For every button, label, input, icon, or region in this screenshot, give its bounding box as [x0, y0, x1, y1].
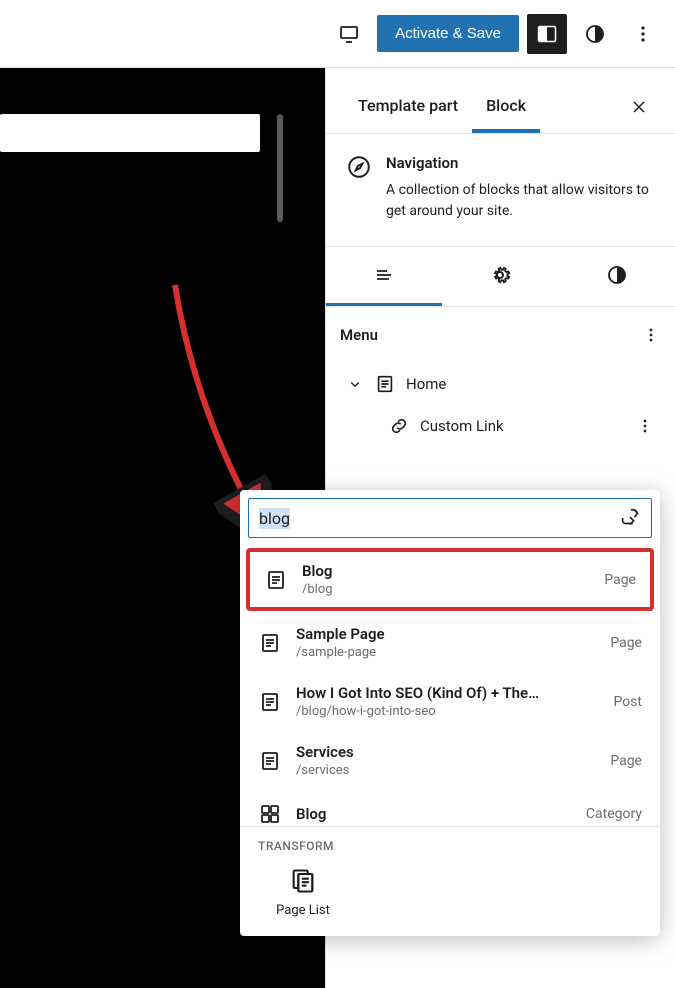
chevron-down-icon — [346, 375, 364, 393]
tree-item-custom-link[interactable]: Custom Link — [340, 405, 661, 447]
result-sub: /services — [296, 763, 596, 778]
item-options-button[interactable] — [635, 416, 655, 436]
view-desktop-button[interactable] — [329, 14, 369, 54]
result-sub: /sample-page — [296, 645, 596, 660]
search-input-row: blog — [248, 498, 652, 538]
page-icon — [258, 631, 282, 655]
menu-tree: Home Custom Link — [326, 363, 675, 467]
tree-item-label: Custom Link — [420, 417, 504, 435]
page-list-icon — [289, 867, 317, 895]
result-type: Post — [613, 694, 642, 710]
category-icon — [258, 802, 282, 826]
result-sub: /blog — [302, 582, 590, 597]
search-input[interactable]: blog — [259, 509, 619, 528]
result-title: Blog — [302, 562, 590, 580]
block-subtabs — [326, 247, 675, 307]
close-sidebar-button[interactable] — [621, 89, 657, 129]
top-toolbar: Activate & Save — [0, 0, 675, 68]
subtab-list-view[interactable] — [326, 247, 442, 306]
result-title: Blog — [296, 805, 572, 823]
tab-template-part[interactable]: Template part — [344, 84, 472, 133]
result-title: Sample Page — [296, 625, 596, 643]
result-type: Page — [604, 572, 636, 588]
transform-section: TRANSFORM Page List — [240, 826, 660, 936]
result-type: Category — [586, 806, 642, 822]
block-title: Navigation — [386, 154, 655, 172]
tab-block[interactable]: Block — [472, 84, 540, 133]
subtab-settings[interactable] — [442, 247, 558, 306]
result-type: Page — [610, 753, 642, 769]
navigation-icon — [346, 154, 372, 222]
canvas-scrollbar[interactable] — [277, 114, 283, 222]
menu-section-header: Menu — [326, 307, 675, 363]
page-icon — [264, 568, 288, 592]
result-title: Services — [296, 743, 596, 761]
search-result-services[interactable]: Services /services Page — [240, 731, 660, 790]
search-results: Blog /blog Page Sample Page /sample-page… — [240, 546, 660, 826]
result-title: How I Got Into SEO (Kind Of) + The… — [296, 684, 599, 702]
search-result-blog-category[interactable]: Blog Category — [240, 790, 660, 826]
search-result-sample-page[interactable]: Sample Page /sample-page Page — [240, 613, 660, 672]
settings-toggle-button[interactable] — [527, 14, 567, 54]
page-icon — [258, 749, 282, 773]
post-icon — [258, 690, 282, 714]
subtab-styles[interactable] — [559, 247, 675, 306]
sidebar-tabs: Template part Block — [326, 68, 675, 134]
link-search-popover: blog Blog /blog Page Sample Page /sample… — [240, 490, 660, 936]
search-result-seo-post[interactable]: How I Got Into SEO (Kind Of) + The… /blo… — [240, 672, 660, 731]
tree-item-home[interactable]: Home — [340, 363, 661, 405]
transform-label: Page List — [276, 903, 330, 918]
canvas-block[interactable] — [0, 114, 260, 152]
submit-icon[interactable] — [619, 507, 641, 529]
transform-page-list[interactable]: Page List — [258, 867, 348, 918]
transform-heading: TRANSFORM — [258, 839, 642, 853]
result-type: Page — [610, 635, 642, 651]
link-icon — [388, 415, 410, 437]
menu-heading: Menu — [340, 326, 378, 344]
search-result-blog[interactable]: Blog /blog Page — [246, 548, 654, 611]
activate-save-button[interactable]: Activate & Save — [377, 15, 519, 52]
block-info-panel: Navigation A collection of blocks that a… — [326, 134, 675, 247]
more-options-button[interactable] — [623, 14, 663, 54]
menu-options-button[interactable] — [641, 325, 661, 345]
result-sub: /blog/how-i-got-into-seo — [296, 704, 599, 719]
tree-item-label: Home — [406, 375, 446, 393]
page-icon — [374, 373, 396, 395]
styles-button[interactable] — [575, 14, 615, 54]
block-description: A collection of blocks that allow visito… — [386, 180, 655, 222]
